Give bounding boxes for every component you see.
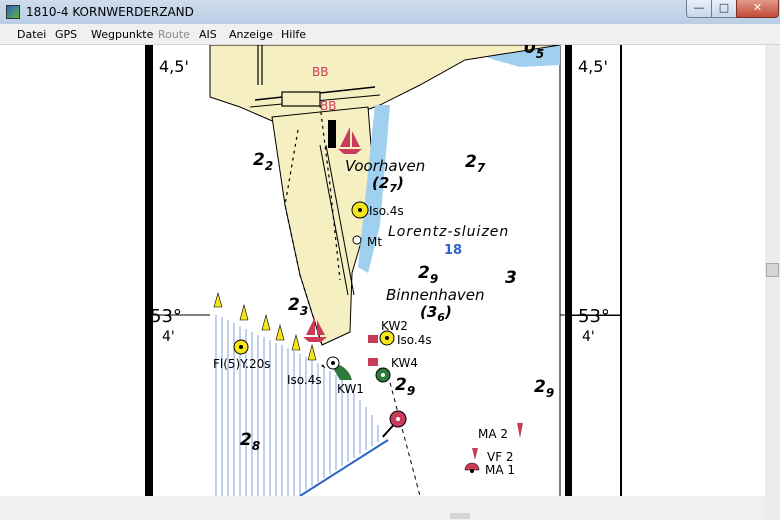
buoy-label-kw2: KW2 [381,319,408,333]
mt-label: Mt [367,235,382,249]
minimize-button[interactable]: — [686,0,712,18]
menu-bar: Datei GPS Wegpunkte Route AIS Anzeige Hi… [0,24,780,45]
menu-wegpunkte[interactable]: Wegpunkte [91,28,153,41]
depth-sounding: 23 [288,295,308,318]
lorentz-number: 18 [444,243,462,258]
buoy-label-ma2: MA 2 [478,427,508,441]
depth-sounding: (36) [420,303,452,324]
mt-marker[interactable] [352,235,362,245]
light-label-iso-upper: Iso.4s [369,204,404,218]
depth-sounding: 22 [253,150,273,173]
buoy-ma1[interactable] [464,462,480,471]
close-button[interactable]: ✕ [736,0,779,18]
lat-label-top-left: 4,5' [159,57,189,76]
place-voorhaven: Voorhaven [345,157,425,175]
buoy-label-kw1: KW1 [337,382,364,396]
depth-sounding: 29 [395,375,415,398]
app-icon [6,5,20,19]
buoy-ma2[interactable] [517,423,523,438]
depth-sounding: 3 [505,268,517,288]
depth-sounding: 27 [465,152,486,175]
menu-ais[interactable]: AIS [199,28,217,41]
place-lorentz-sluizen: Lorentz-sluizen [388,224,509,240]
left-border-bar [145,45,152,496]
buoy-label-vf2: VF 2 [487,450,514,464]
menu-gps[interactable]: GPS [55,28,77,41]
title-bar: 1810-4 KORNWERDERZAND — □ ✕ [0,0,780,24]
buoy-vf2[interactable] [472,448,478,460]
right-outer-line [620,45,622,496]
lat-label-mid-left-min: 4' [162,329,175,345]
vertical-scrollbar[interactable] [765,45,780,520]
right-border-bar [565,45,572,496]
lock-building [328,120,336,148]
menu-route[interactable]: Route [158,28,190,41]
depth-sounding: 29 [418,263,438,286]
light-label-fl: Fl(5)Y.20s [213,357,270,371]
light-label-iso-right: Iso.4s [397,333,432,347]
lat-label-top-right: 4,5' [578,57,608,76]
red-mark-kw4[interactable] [368,358,378,366]
depth-sounding: 29 [534,377,554,400]
horizontal-scrollbar-thumb[interactable] [450,513,470,519]
nautical-chart[interactable]: BB BB 4,5' 4,5' 53° 4' 53° 4' Voorhaven … [0,45,765,496]
lat-label-mid-left-deg: 53° [150,306,182,327]
place-binnenhaven: Binnenhaven [386,286,485,304]
bb-label-upper: BB [312,65,328,79]
window-title: 1810-4 KORNWERDERZAND [26,5,194,19]
left-margin [0,45,145,496]
red-mark-kw2[interactable] [368,335,378,343]
light-label-iso-lower: Iso.4s [287,373,322,387]
lat-label-mid-right-deg: 53° [578,306,610,327]
vertical-scrollbar-thumb[interactable] [766,263,779,277]
maximize-button[interactable]: □ [711,0,737,18]
light-symbol-iso-upper[interactable] [351,201,369,219]
menu-datei[interactable]: Datei [17,28,46,41]
depth-sounding: (27) [372,174,404,195]
buoy-label-kw4: KW4 [391,356,418,370]
nautical-chart-view[interactable]: BB BB 4,5' 4,5' 53° 4' 53° 4' Voorhaven … [0,45,765,496]
light-symbol-iso-right[interactable] [379,330,395,346]
bb-label-lower: BB [320,99,336,113]
menu-hilfe[interactable]: Hilfe [281,28,306,41]
buoy-label-ma1: MA 1 [485,463,515,477]
horizontal-scrollbar[interactable] [0,496,765,520]
light-symbol-fl[interactable] [233,339,249,355]
lat-label-mid-right-min: 4' [582,329,595,345]
menu-anzeige[interactable]: Anzeige [229,28,273,41]
